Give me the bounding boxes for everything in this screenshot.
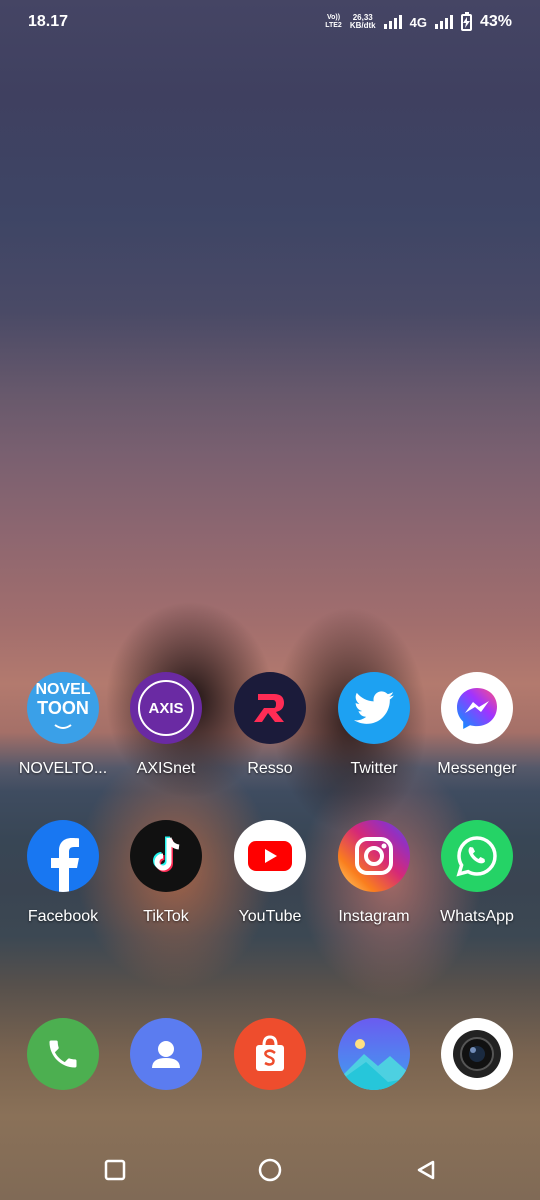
dock-contacts[interactable] — [114, 1018, 218, 1090]
dock — [0, 1018, 540, 1138]
app-label: WhatsApp — [440, 908, 514, 925]
noveltoon-icon-text-1: NOVEL — [35, 681, 91, 698]
signal-sim2-icon — [434, 15, 453, 29]
axis-icon[interactable]: AXIS — [130, 672, 202, 744]
app-facebook[interactable]: Facebook — [11, 820, 115, 926]
battery-icon — [460, 11, 472, 31]
app-twitter[interactable]: Twitter — [322, 672, 426, 778]
network-type: 4G — [409, 14, 427, 30]
signal-sim1-icon — [383, 15, 402, 29]
contacts-icon[interactable] — [130, 1018, 202, 1090]
volte-indicator: Vo)) LTE2 — [325, 14, 342, 30]
noveltoon-icon[interactable]: NOVEL TOON — [27, 672, 99, 744]
twitter-bird-icon[interactable] — [338, 672, 410, 744]
speed-unit: KB/dtk — [349, 21, 376, 30]
home-circle-icon[interactable] — [258, 1158, 282, 1182]
tiktok-icon[interactable] — [130, 820, 202, 892]
app-whatsapp[interactable]: WhatsApp — [425, 820, 529, 926]
app-messenger[interactable]: Messenger — [425, 672, 529, 778]
dock-shopee[interactable] — [218, 1018, 322, 1090]
app-label: Instagram — [338, 908, 410, 925]
app-label: Messenger — [437, 760, 517, 777]
app-youtube[interactable]: YouTube — [218, 820, 322, 926]
app-label: TikTok — [143, 908, 189, 925]
app-label: Twitter — [350, 760, 398, 777]
instagram-icon[interactable] — [338, 820, 410, 892]
app-label: NOVELTO... — [18, 760, 108, 777]
facebook-icon[interactable] — [27, 820, 99, 892]
camera-icon[interactable] — [441, 1018, 513, 1090]
app-resso[interactable]: Resso — [218, 672, 322, 778]
volte-top: Vo)) — [326, 14, 341, 21]
volte-bottom: LTE2 — [325, 22, 342, 29]
app-label: AXISnet — [136, 760, 196, 777]
shopee-icon[interactable] — [234, 1018, 306, 1090]
dock-gallery[interactable] — [322, 1018, 426, 1090]
app-label: Facebook — [27, 908, 99, 925]
youtube-icon[interactable] — [234, 820, 306, 892]
noveltoon-icon-text-2: TOON — [37, 698, 89, 718]
whatsapp-icon[interactable] — [441, 820, 513, 892]
app-tiktok[interactable]: TikTok — [114, 820, 218, 926]
dock-phone[interactable] — [11, 1018, 115, 1090]
dock-camera[interactable] — [425, 1018, 529, 1090]
messenger-icon[interactable] — [441, 672, 513, 744]
app-row-1: NOVEL TOON NOVELTO... AXIS AXISnet Resso — [0, 672, 540, 792]
navigation-bar — [0, 1140, 540, 1200]
battery-percent: 43% — [479, 13, 512, 30]
app-noveltoon[interactable]: NOVEL TOON NOVELTO... — [11, 672, 115, 778]
app-label: Resso — [247, 760, 293, 777]
app-label: YouTube — [238, 908, 302, 925]
app-axisnet[interactable]: AXIS AXISnet — [114, 672, 218, 778]
app-row-2: Facebook TikTok YouTube Instagram WhatsA… — [0, 820, 540, 940]
gallery-icon[interactable] — [338, 1018, 410, 1090]
axis-icon-text: AXIS — [148, 699, 184, 717]
status-bar: 18.17 Vo)) LTE2 26,33 KB/dtk 4G 43% — [0, 0, 540, 44]
recents-square-icon[interactable] — [103, 1158, 127, 1182]
phone-icon[interactable] — [27, 1018, 99, 1090]
resso-icon[interactable] — [234, 672, 306, 744]
status-time: 18.17 — [28, 13, 69, 30]
network-speed: 26,33 KB/dtk — [350, 14, 376, 30]
status-icons: Vo)) LTE2 26,33 KB/dtk 4G 43% — [325, 11, 512, 31]
back-triangle-icon[interactable] — [414, 1158, 438, 1182]
app-instagram[interactable]: Instagram — [322, 820, 426, 926]
